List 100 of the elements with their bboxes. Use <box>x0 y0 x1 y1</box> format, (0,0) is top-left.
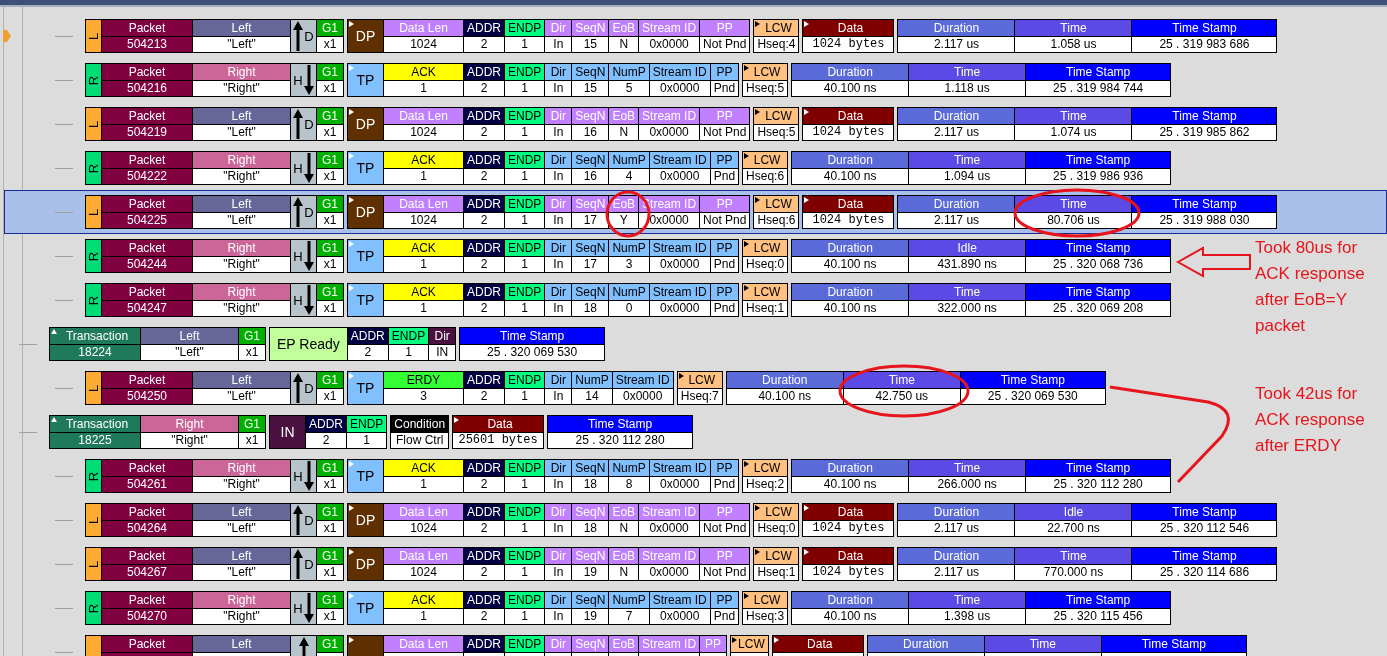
collapse-icon[interactable] <box>51 417 57 422</box>
column-label-text: ACK <box>411 593 436 607</box>
triangle-icon[interactable] <box>755 109 761 115</box>
packet-record[interactable]: LCW Hseq:4 <box>753 19 800 53</box>
triangle-icon[interactable] <box>744 285 750 291</box>
packet-record[interactable]: Data Len ADDR ENDP Dir SeqN EoB Stream ID PP <box>347 635 728 656</box>
triangle-icon[interactable] <box>744 461 750 467</box>
triangle-icon[interactable] <box>755 505 761 511</box>
packet-record[interactable]: TP ACK 1 ADDR 2 ENDP 1 Dir In SeqN 18 NumP 8 Stream ID 0x0000 PP Pnd <box>347 459 740 493</box>
packet-record[interactable]: LCW Hseq:7 <box>676 371 723 405</box>
packet-record[interactable]: LCW <box>730 635 769 656</box>
packet-record[interactable]: Duration 40.100 ns Idle 431.890 ns Time Stamp 25 . 320 068 736 <box>791 239 1172 273</box>
triangle-icon[interactable] <box>804 505 810 511</box>
packet-record[interactable]: LCW Hseq:0 <box>742 239 789 273</box>
column-label-text: ENDP <box>350 417 384 431</box>
triangle-icon[interactable] <box>755 197 761 203</box>
packet-record[interactable]: R Packet 504261 Right "Right" H G1 x1 <box>85 459 344 493</box>
packet-record[interactable]: TP ACK 1 ADDR 2 ENDP 1 Dir In SeqN 17 NumP 3 Stream ID 0x0000 PP Pnd <box>347 239 740 273</box>
packet-record[interactable]: R Packet 504222 Right "Right" H G1 x1 <box>85 151 344 185</box>
packet-record[interactable]: TP ERDY 3 ADDR 2 ENDP 1 Dir In NumP 14 Stream ID 0x0000 <box>347 371 674 405</box>
packet-record[interactable]: Time Stamp 25 . 320 069 530 <box>459 327 606 361</box>
packet-record[interactable]: Data 1024 bytes <box>802 503 895 537</box>
column-label-text: Duration <box>827 153 873 167</box>
packet-record[interactable]: Data <box>771 635 864 656</box>
triangle-icon[interactable] <box>349 549 354 555</box>
packet-record[interactable]: DP Data Len 1024 ADDR 2 ENDP 1 Dir In SeqN 16 EoB N Stream ID 0x0000 PP Not Pnd <box>347 107 751 141</box>
triangle-icon[interactable] <box>744 153 750 159</box>
triangle-icon[interactable] <box>744 241 750 247</box>
packet-record[interactable]: R Packet 504270 Right "Right" H G1 x1 <box>85 591 344 625</box>
triangle-icon[interactable] <box>349 21 354 27</box>
column-label-text: Time Stamp <box>500 329 565 343</box>
column-label-text: ENDP <box>508 461 542 475</box>
triangle-icon[interactable] <box>678 373 684 379</box>
packet-record[interactable]: LCW Hseq:1 <box>753 547 800 581</box>
triangle-icon[interactable] <box>744 65 750 71</box>
packet-record[interactable]: Transaction 18224 Left "Left" G1 x1 <box>49 327 266 361</box>
triangle-icon[interactable] <box>804 549 810 555</box>
triangle-icon[interactable] <box>349 637 354 643</box>
field-value: Pnd <box>712 257 737 272</box>
packet-record[interactable]: Duration 40.100 ns Time 1.118 us Time Stamp 25 . 319 984 744 <box>791 63 1172 97</box>
triangle-icon[interactable] <box>349 197 354 203</box>
triangle-icon[interactable] <box>732 637 738 643</box>
column-label-text: Left <box>231 21 252 35</box>
packet-record[interactable]: R Packet 504216 Right "Right" H G1 x1 <box>85 63 344 97</box>
column-label-text: Data <box>837 109 864 123</box>
packet-record[interactable]: DP Data Len 1024 ADDR 2 ENDP 1 Dir In SeqN 15 EoB N Stream ID 0x0000 PP Not Pnd <box>347 19 751 53</box>
packet-record[interactable]: Duration Time Time Stamp <box>866 635 1247 656</box>
triangle-icon[interactable] <box>804 109 810 115</box>
packet-record[interactable]: TP ACK 1 ADDR 2 ENDP 1 Dir In SeqN 16 NumP 4 Stream ID 0x0000 PP Pnd <box>347 151 740 185</box>
field-value: Not Pnd <box>702 565 748 580</box>
packet-record[interactable]: TP ACK 1 ADDR 2 ENDP 1 Dir In SeqN 19 NumP 7 Stream ID 0x0000 PP Pnd <box>347 591 740 625</box>
packet-record[interactable]: LCW Hseq:5 <box>753 107 800 141</box>
packet-record[interactable]: LCW Hseq:6 <box>753 195 800 229</box>
triangle-icon[interactable] <box>804 21 810 27</box>
packet-record[interactable]: Duration 40.100 ns Time 1.398 us Time Stamp 25 . 320 115 456 <box>791 591 1172 625</box>
packet-record[interactable]: Duration 40.100 ns Time 1.094 us Time Stamp 25 . 319 986 936 <box>791 151 1172 185</box>
packet-record[interactable]: LCW Hseq:5 <box>742 63 789 97</box>
packet-record[interactable]: Data 1024 bytes <box>802 19 895 53</box>
triangle-icon[interactable] <box>349 505 354 511</box>
packet-record[interactable]: LCW Hseq:6 <box>742 151 789 185</box>
packet-record[interactable]: TP ACK 1 ADDR 2 ENDP 1 Dir In SeqN 18 NumP 0 Stream ID 0x0000 PP Pnd <box>347 283 740 317</box>
packet-record[interactable]: LCW Hseq:0 <box>753 503 800 537</box>
packet-record[interactable]: Duration 2.117 us Time 1.074 us Time Stamp 25 . 319 985 862 <box>897 107 1278 141</box>
packet-record[interactable]: Time Stamp 25 . 320 112 280 <box>547 415 694 449</box>
triangle-icon[interactable] <box>744 593 750 599</box>
packet-record[interactable]: Data 1024 bytes <box>802 547 895 581</box>
field-value: 266.000 ns <box>936 477 998 492</box>
packet-record[interactable]: DP Data Len 1024 ADDR 2 ENDP 1 Dir In SeqN 19 EoB N Stream ID 0x0000 PP Not Pnd <box>347 547 751 581</box>
packet-record[interactable]: Packet Left G1 <box>85 635 344 656</box>
packet-record[interactable]: Data 1024 bytes <box>802 195 895 229</box>
triangle-icon[interactable] <box>454 417 460 423</box>
packet-record[interactable]: Data 1024 bytes <box>802 107 895 141</box>
packet-record[interactable]: R Packet 504247 Right "Right" H G1 x1 <box>85 283 344 317</box>
field-value: Hseq:0 <box>756 521 797 536</box>
packet-record[interactable]: Duration 40.100 ns Time 266.000 ns Time Stamp 25 . 320 112 280 <box>791 459 1172 493</box>
field-value: Hseq:5 <box>756 125 797 140</box>
packet-record[interactable]: Duration 2.117 us Idle 22.700 ns Time Stamp 25 . 320 112 546 <box>897 503 1278 537</box>
triangle-icon[interactable] <box>804 197 810 203</box>
packet-record[interactable]: R Packet 504244 Right "Right" H G1 x1 <box>85 239 344 273</box>
collapse-icon[interactable] <box>51 329 57 334</box>
packet-record[interactable]: Transaction 18225 Right "Right" G1 x1 <box>49 415 266 449</box>
packet-record[interactable]: LCW Hseq:3 <box>742 591 789 625</box>
packet-record[interactable]: Duration 40.100 ns Time 42.750 us Time Stamp 25 . 320 069 530 <box>725 371 1106 405</box>
triangle-icon[interactable] <box>755 549 761 555</box>
packet-record[interactable]: Duration 2.117 us Time 80.706 us Time Stamp 25 . 319 988 030 <box>897 195 1278 229</box>
direction-letter: D <box>304 512 314 528</box>
triangle-icon[interactable] <box>349 109 354 115</box>
packet-record[interactable]: Duration 40.100 ns Time 322.000 ns Time Stamp 25 . 320 069 208 <box>791 283 1172 317</box>
packet-record[interactable]: Data 25601 bytes <box>452 415 545 449</box>
field-value: 0 <box>624 301 634 316</box>
packet-record[interactable]: DP Data Len 1024 ADDR 2 ENDP 1 Dir In SeqN 18 EoB N Stream ID 0x0000 PP Not Pnd <box>347 503 751 537</box>
packet-record[interactable]: Duration 2.117 us Time 770.000 ns Time Stamp 25 . 320 114 686 <box>897 547 1278 581</box>
triangle-icon[interactable] <box>755 21 761 27</box>
packet-record[interactable]: TP ACK 1 ADDR 2 ENDP 1 Dir In SeqN 15 NumP 5 Stream ID 0x0000 PP Pnd <box>347 63 740 97</box>
packet-record[interactable]: LCW Hseq:2 <box>742 459 789 493</box>
packet-record[interactable]: Duration 2.117 us Time 1.058 us Time Stamp 25 . 319 983 686 <box>897 19 1278 53</box>
triangle-icon[interactable] <box>773 637 779 643</box>
packet-record[interactable]: LCW Hseq:1 <box>742 283 789 317</box>
packet-record[interactable]: Condition Flow Ctrl <box>390 415 450 449</box>
packet-record[interactable]: IN ADDR 2 ENDP 1 <box>269 415 388 449</box>
